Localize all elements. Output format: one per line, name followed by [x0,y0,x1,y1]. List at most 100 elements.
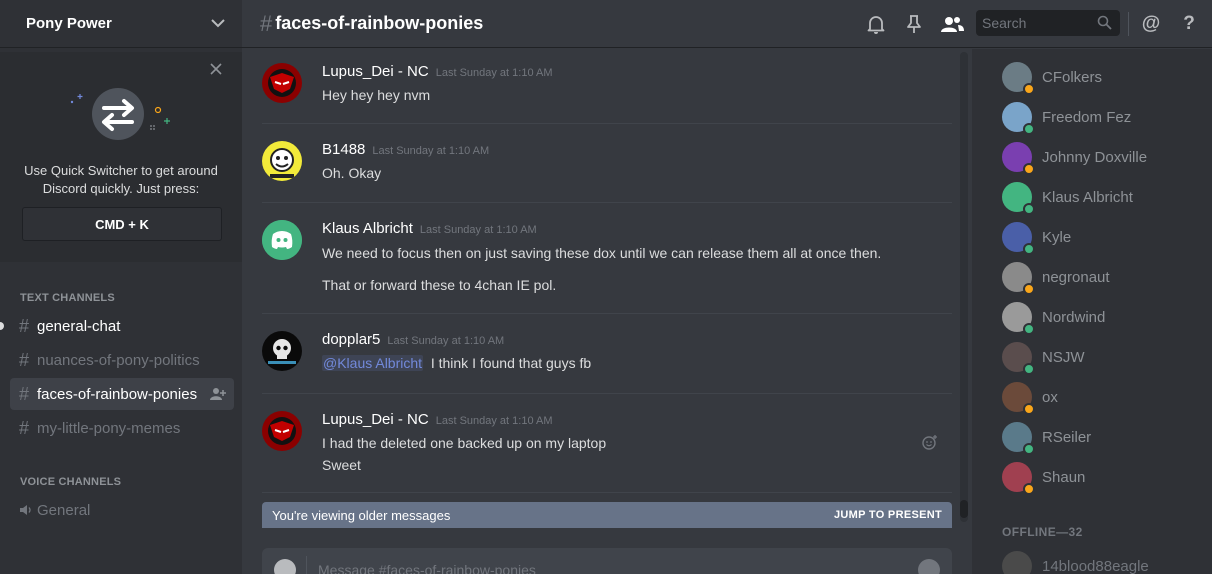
jump-to-present-button[interactable]: JUMP TO PRESENT [834,509,942,521]
member-item[interactable]: CFolkers [1002,60,1102,95]
member-name: ox [1042,388,1058,406]
message-header: Klaus Albricht Last Sunday at 1:10 AM [322,220,537,237]
message-text-body: I think I found that guys fb [430,355,592,371]
message-input[interactable] [318,558,898,574]
status-indicator [1023,83,1035,95]
channel-general-chat[interactable]: # general-chat [10,310,234,342]
voice-channels-header[interactable]: VOICE CHANNELS [20,476,121,488]
status-indicator [1023,243,1035,255]
speaker-icon [19,500,31,521]
avatar [1002,382,1035,415]
message-text: We need to focus then on just saving the… [322,245,882,261]
message-author[interactable]: Klaus Albricht [322,220,413,237]
member-item[interactable]: negronaut [1002,260,1110,295]
avatar [1002,62,1035,95]
message-author[interactable]: dopplar5 [322,331,380,348]
upload-plus-icon[interactable] [274,559,296,574]
chevron-down-icon[interactable] [210,16,226,32]
avatar[interactable] [262,331,302,371]
channel-name: general-chat [37,317,121,335]
members-icon[interactable] [940,13,964,35]
hash-icon: # [260,10,273,36]
message-text: I had the deleted one backed up on my la… [322,435,607,451]
older-messages-bar[interactable]: You're viewing older messages JUMP TO PR… [262,502,952,528]
member-item[interactable]: RSeiler [1002,420,1092,455]
message-group: Lupus_Dei - NC Last Sunday at 1:10 AM I … [262,394,952,493]
message-list: Lupus_Dei - NC Last Sunday at 1:10 AM He… [242,49,960,529]
invite-icon[interactable] [210,387,226,401]
member-item[interactable]: ox [1002,380,1058,415]
bell-icon[interactable] [865,13,887,35]
unread-indicator [0,322,4,330]
message-timestamp: Last Sunday at 1:10 AM [387,335,505,347]
status-indicator [1023,403,1035,415]
member-name: RSeiler [1042,428,1092,446]
user-mention[interactable]: @Klaus Albricht [322,355,424,371]
text-channels-header[interactable]: TEXT CHANNELS [20,292,115,304]
member-name: negronaut [1042,268,1110,286]
member-item[interactable]: NSJW [1002,340,1085,375]
discord-avatar-icon[interactable] [262,220,302,260]
channel-faces-of-rainbow-ponies[interactable]: # faces-of-rainbow-ponies [10,378,234,410]
scrollbar-thumb[interactable] [960,500,968,518]
mention-icon[interactable]: @ [1140,13,1162,35]
message-timestamp: Last Sunday at 1:10 AM [435,415,553,427]
member-name: 14blood88eagle [1042,557,1149,574]
channel-my-little-pony-memes[interactable]: # my-little-pony-memes [10,412,234,444]
message-group: dopplar5 Last Sunday at 1:10 AM @Klaus A… [262,314,952,394]
member-name: Kyle [1042,228,1072,246]
message-timestamp: Last Sunday at 1:10 AM [372,145,490,157]
status-indicator [1023,203,1035,215]
avatar[interactable] [262,141,302,181]
member-item[interactable]: Shaun [1002,460,1085,495]
add-reaction-icon[interactable] [922,434,938,450]
status-indicator [1023,363,1035,375]
message-author[interactable]: Lupus_Dei - NC [322,63,429,80]
message-group: Lupus_Dei - NC Last Sunday at 1:10 AM He… [262,49,952,124]
emoji-icon[interactable] [918,559,940,574]
avatar [1002,302,1035,335]
channel-title-text: faces-of-rainbow-ponies [275,13,484,33]
composer-divider [306,556,307,574]
voice-channel-general[interactable]: General [10,494,234,526]
avatar[interactable] [262,411,302,451]
help-icon[interactable]: ? [1178,13,1200,35]
member-item[interactable]: Johnny Doxville [1002,140,1148,175]
member-item[interactable]: Kyle [1002,220,1072,255]
member-name: NSJW [1042,348,1085,366]
member-name: Johnny Doxville [1042,148,1148,166]
avatar[interactable] [262,63,302,103]
message-header: B1488 Last Sunday at 1:10 AM [322,141,489,158]
channel-header: # faces-of-rainbow-ponies Search @ ? [242,0,1212,48]
member-item[interactable]: Nordwind [1002,300,1105,335]
avatar [1002,462,1035,495]
status-indicator [1023,323,1035,335]
hash-icon: # [19,315,30,336]
search-placeholder: Search [982,15,1027,31]
avatar [1002,422,1035,455]
channel-sidebar: Pony Power Use Quick Switcher to get aro… [0,0,242,574]
channel-name: nuances-of-pony-politics [37,351,200,369]
search-icon [1097,15,1112,30]
search-input[interactable]: Search [976,10,1120,36]
member-item[interactable]: Freedom Fez [1002,100,1131,135]
server-name: Pony Power [26,15,112,32]
channel-title: # faces-of-rainbow-ponies [260,11,483,37]
channel-nuances-of-pony-politics[interactable]: # nuances-of-pony-politics [10,344,234,376]
hash-icon: # [19,349,30,370]
status-indicator [1023,283,1035,295]
server-header[interactable]: Pony Power [0,0,242,48]
quick-switcher-shortcut-button[interactable]: CMD + K [22,207,222,241]
offline-header: OFFLINE—32 [1002,525,1083,539]
pin-icon[interactable] [903,13,925,35]
message-author[interactable]: Lupus_Dei - NC [322,411,429,428]
close-icon[interactable] [210,62,224,76]
message-author[interactable]: B1488 [322,141,365,158]
quick-switcher-tip: Use Quick Switcher to get around Discord… [0,52,242,262]
message-scrollbar[interactable] [960,52,968,522]
avatar [1002,551,1032,574]
member-item[interactable]: Klaus Albricht [1002,180,1133,215]
avatar [1002,262,1035,295]
message-timestamp: Last Sunday at 1:10 AM [435,67,553,79]
member-item[interactable]: 14blood88eagle [1002,549,1149,574]
